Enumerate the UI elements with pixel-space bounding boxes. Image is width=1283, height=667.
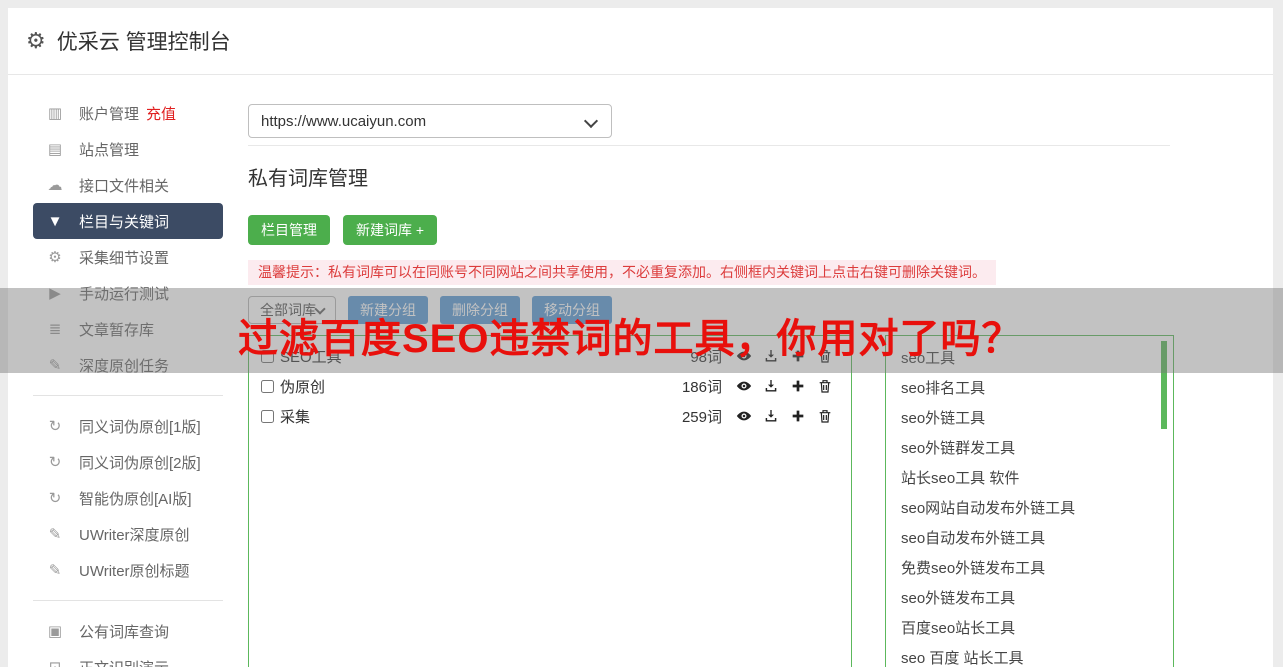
row-checkbox[interactable] (261, 410, 274, 423)
add-icon[interactable] (790, 378, 806, 394)
keyword-item[interactable]: seo外链工具 (901, 404, 1173, 434)
sidebar-item-label: 采集细节设置 (79, 247, 169, 268)
sidebar-item-label: 公有词库查询 (79, 621, 169, 642)
bar-chart-icon: ▥ (46, 104, 64, 122)
keyword-item[interactable]: 站长seo工具 软件 (901, 464, 1173, 494)
sidebar-item-label: 正文识别演示 (79, 657, 169, 667)
table-row: 伪原创 186词 (249, 371, 851, 401)
tip-banner: 温馨提示：私有词库可以在同账号不同网站之间共享使用，不必重复添加。右侧框内关键词… (248, 260, 996, 285)
row-checkbox[interactable] (261, 380, 274, 393)
chevron-down-icon (584, 114, 598, 128)
sidebar-item-uwriter-deep[interactable]: ✎ UWriter深度原创 (33, 516, 223, 552)
keyword-item[interactable]: 百度seo站长工具 (901, 614, 1173, 644)
eye-icon[interactable] (736, 378, 752, 394)
sidebar-item-interface-files[interactable]: ☁ 接口文件相关 (33, 167, 223, 203)
sidebar-divider (33, 395, 223, 396)
refresh-icon: ↻ (46, 489, 64, 507)
sidebar-item-account[interactable]: ▥ 账户管理充值 (33, 95, 223, 131)
filter-icon: ▼ (46, 213, 64, 230)
eye-icon[interactable] (736, 408, 752, 424)
keyword-item[interactable]: 免费seo外链发布工具 (901, 554, 1173, 584)
keyword-panel: seo工具 seo排名工具 seo外链工具 seo外链群发工具 站长seo工具 … (885, 335, 1174, 667)
page-title: 私有词库管理 (248, 162, 1273, 191)
gear-icon: ⚙ (26, 28, 46, 54)
delete-icon[interactable] (817, 408, 833, 424)
sidebar-item-collect-settings[interactable]: ⚙ 采集细节设置 (33, 239, 223, 275)
site-url-value: https://www.ucaiyun.com (261, 113, 426, 130)
sidebar-divider (33, 600, 223, 601)
download-icon[interactable] (763, 378, 779, 394)
book-icon: ▣ (46, 622, 64, 640)
sidebar-item-label: 账户管理充值 (79, 103, 176, 124)
refresh-icon: ↻ (46, 453, 64, 471)
sidebar-item-body-recognition-demo[interactable]: ⊡ 正文识别演示 (33, 649, 223, 667)
download-icon[interactable] (763, 408, 779, 424)
sidebar-item-label: 同义词伪原创[2版] (79, 452, 201, 473)
thesaurus-name: 伪原创 (280, 376, 682, 397)
add-icon[interactable] (790, 408, 806, 424)
monitor-icon: ⊡ (46, 658, 64, 667)
edit-icon: ✎ (46, 525, 64, 543)
recharge-link[interactable]: 充值 (146, 106, 176, 123)
table-row: 采集 259词 (249, 401, 851, 431)
sidebar-item-label: UWriter原创标题 (79, 560, 190, 581)
manage-columns-button[interactable]: 栏目管理 (248, 215, 330, 245)
keyword-item[interactable]: seo 百度 站长工具 (901, 644, 1173, 667)
keyword-item[interactable]: seo网站自动发布外链工具 (901, 494, 1173, 524)
site-url-select[interactable]: https://www.ucaiyun.com (248, 104, 612, 138)
keyword-item[interactable]: seo外链群发工具 (901, 434, 1173, 464)
keyword-item[interactable]: seo外链发布工具 (901, 584, 1173, 614)
keyword-item[interactable]: seo排名工具 (901, 374, 1173, 404)
sidebar-item-columns-keywords[interactable]: ▼ 栏目与关键词 (33, 203, 223, 239)
refresh-icon: ↻ (46, 417, 64, 435)
sidebar-item-label: 智能伪原创[AI版] (79, 488, 192, 509)
sidebar-item-sites[interactable]: ▤ 站点管理 (33, 131, 223, 167)
gears-icon: ⚙ (46, 248, 64, 266)
divider (248, 145, 1170, 146)
sidebar-item-public-thesaurus[interactable]: ▣ 公有词库查询 (33, 613, 223, 649)
server-icon: ▤ (46, 140, 64, 158)
sidebar-item-uwriter-title[interactable]: ✎ UWriter原创标题 (33, 552, 223, 588)
overlay-banner-text: 过滤百度SEO违禁词的工具，你用对了吗？ (238, 306, 1022, 364)
thesaurus-name: 采集 (280, 406, 682, 427)
sidebar-item-synonym-v2[interactable]: ↻ 同义词伪原创[2版] (33, 444, 223, 480)
word-count: 259词 (682, 406, 722, 427)
sidebar-item-label: UWriter深度原创 (79, 524, 190, 545)
sidebar-item-label: 同义词伪原创[1版] (79, 416, 201, 437)
delete-icon[interactable] (817, 378, 833, 394)
sidebar-item-synonym-v1[interactable]: ↻ 同义词伪原创[1版] (33, 408, 223, 444)
sidebar-item-label: 站点管理 (79, 139, 139, 160)
keyword-item[interactable]: seo自动发布外链工具 (901, 524, 1173, 554)
cloud-upload-icon: ☁ (46, 176, 64, 194)
sidebar-item-label: 接口文件相关 (79, 175, 169, 196)
app-title: 优采云 管理控制台 (57, 26, 231, 56)
sidebar-item-ai-rewrite[interactable]: ↻ 智能伪原创[AI版] (33, 480, 223, 516)
edit-icon: ✎ (46, 561, 64, 579)
new-thesaurus-button[interactable]: 新建词库 + (343, 215, 437, 245)
thesaurus-list-panel: SEO工具 98词 伪原创 186词 (248, 335, 852, 667)
sidebar-item-label: 栏目与关键词 (79, 211, 169, 232)
app-header: ⚙ 优采云 管理控制台 (8, 8, 1273, 75)
word-count: 186词 (682, 376, 722, 397)
